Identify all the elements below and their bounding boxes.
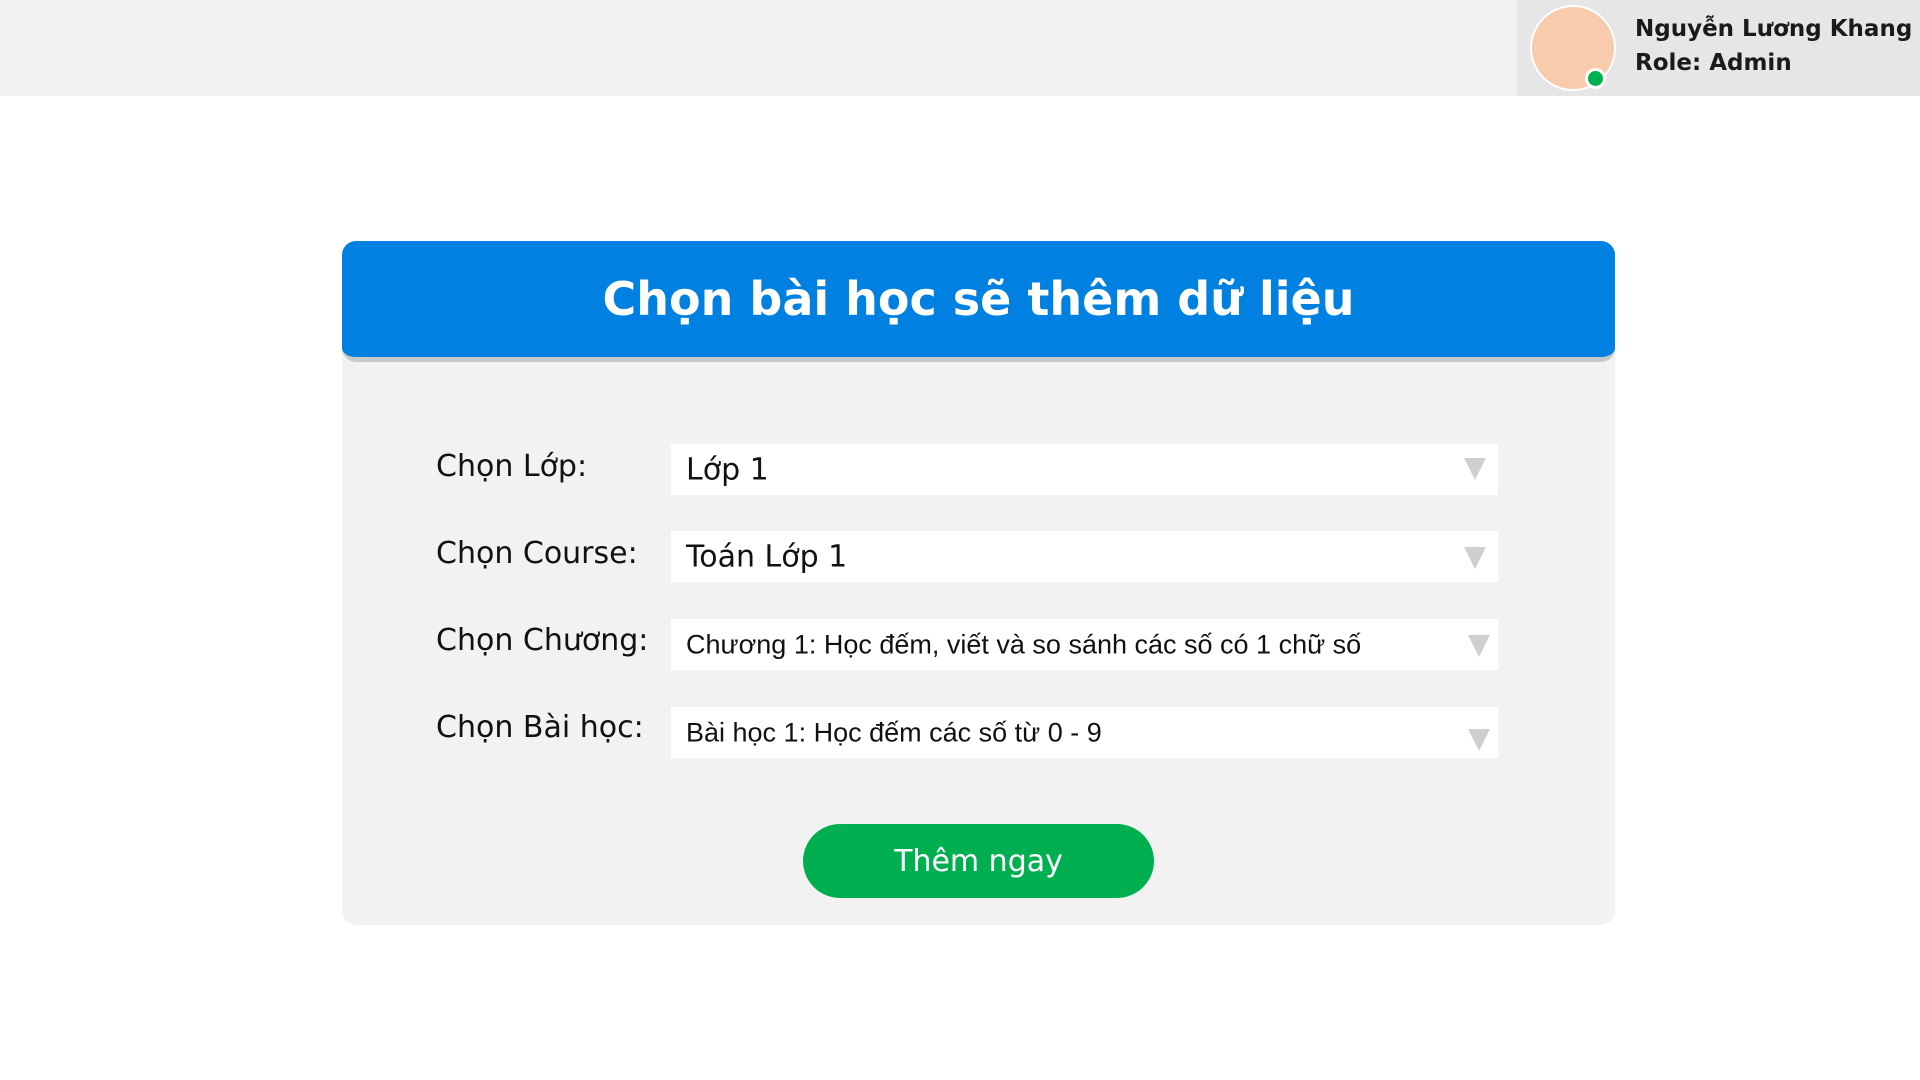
user-profile-card[interactable]: Nguyễn Lương Khang Role: Admin xyxy=(1517,0,1920,96)
dropdown-arrow-icon[interactable] xyxy=(1464,458,1486,480)
course-select-value: Toán Lớp 1 xyxy=(686,539,848,574)
chapter-select-value: Chương 1: Học đếm, viết và so sánh các s… xyxy=(686,629,1362,659)
dropdown-arrow-icon[interactable] xyxy=(1468,635,1490,657)
class-select[interactable]: Lớp 1 xyxy=(671,444,1498,495)
dropdown-arrow-icon[interactable] xyxy=(1464,547,1486,569)
user-name: Nguyễn Lương Khang xyxy=(1635,16,1913,42)
course-label: Chọn Course: xyxy=(436,536,638,571)
class-select-value: Lớp 1 xyxy=(686,452,769,487)
online-status-icon xyxy=(1585,68,1606,89)
lesson-label: Chọn Bài học: xyxy=(436,710,644,745)
chapter-select[interactable]: Chương 1: Học đếm, viết và so sánh các s… xyxy=(671,619,1498,670)
lesson-select[interactable]: Bài học 1: Học đếm các số từ 0 - 9 xyxy=(671,707,1498,758)
add-now-button[interactable]: Thêm ngay xyxy=(803,824,1154,898)
course-select[interactable]: Toán Lớp 1 xyxy=(671,531,1498,582)
panel-header: Chọn bài học sẽ thêm dữ liệu xyxy=(342,241,1615,362)
class-label: Chọn Lớp: xyxy=(436,449,588,484)
dropdown-arrow-icon[interactable] xyxy=(1468,729,1490,751)
page-title: Chọn bài học sẽ thêm dữ liệu xyxy=(602,272,1355,326)
user-role: Role: Admin xyxy=(1635,50,1792,76)
lesson-select-value: Bài học 1: Học đếm các số từ 0 - 9 xyxy=(686,717,1102,747)
chapter-label: Chọn Chương: xyxy=(436,623,649,658)
